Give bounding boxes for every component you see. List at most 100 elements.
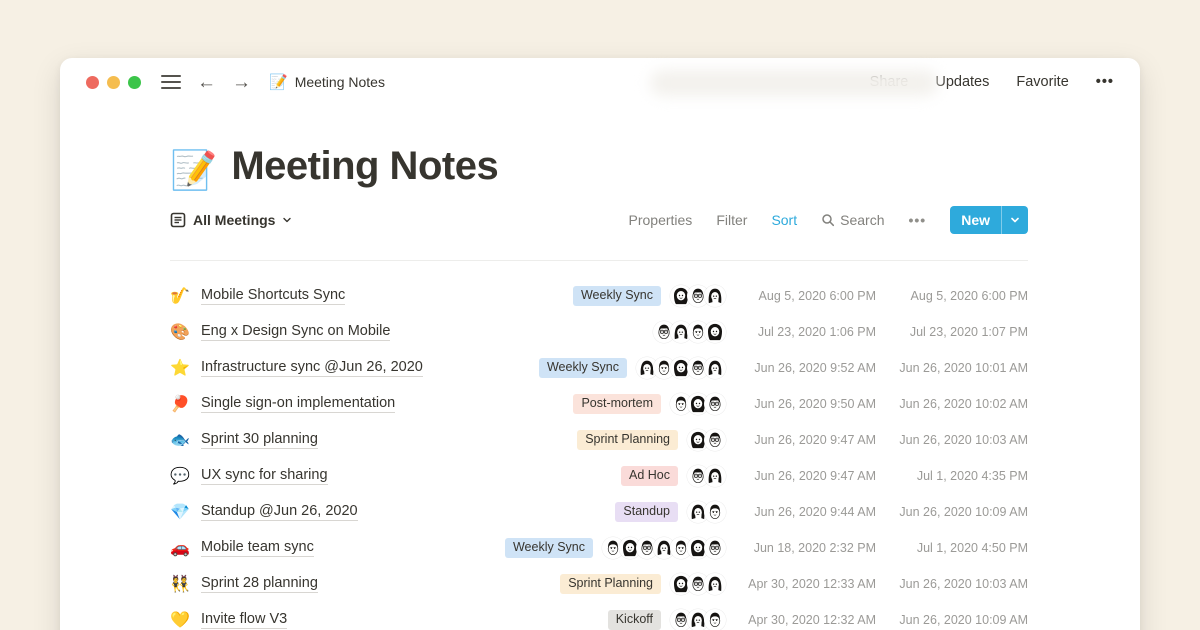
updated-date: Jun 26, 2020 10:03 AM <box>876 577 1028 591</box>
meeting-title-link[interactable]: Sprint 28 planning <box>201 575 318 593</box>
updated-date: Jul 23, 2020 1:07 PM <box>876 325 1028 339</box>
search-label: Search <box>840 212 884 228</box>
toolbar-actions: Properties Filter Sort Search ••• New <box>629 206 1029 234</box>
notion-window: ← → 📝 Meeting Notes Share Updates Favori… <box>60 58 1140 630</box>
properties-button[interactable]: Properties <box>629 212 693 228</box>
meeting-title-link[interactable]: Mobile team sync <box>201 539 314 557</box>
attendee-avatars <box>602 537 726 559</box>
doc-emoji-icon: 📝 <box>269 73 288 91</box>
row-emoji-icon: 💎 <box>170 502 201 522</box>
table-row[interactable]: 💎Standup @Jun 26, 2020StandupJun 26, 202… <box>170 494 1028 530</box>
page-header: 📝 Meeting Notes <box>170 142 1028 190</box>
avatar <box>704 501 726 523</box>
avatar <box>704 357 726 379</box>
created-date: Apr 30, 2020 12:33 AM <box>726 577 876 591</box>
table-row[interactable]: 🐟Sprint 30 planning Sprint Planning Jun 26… <box>170 422 1028 458</box>
filter-button[interactable]: Filter <box>716 212 747 228</box>
toolbar-more-icon[interactable]: ••• <box>908 212 926 228</box>
created-date: Jun 26, 2020 9:50 AM <box>726 397 876 411</box>
zoom-window-button[interactable] <box>128 76 141 89</box>
updates-button[interactable]: Updates <box>935 74 989 90</box>
search-button[interactable]: Search <box>821 212 884 228</box>
view-name: All Meetings <box>193 212 275 228</box>
meeting-type-tag: Ad Hoc <box>621 466 678 487</box>
view-switcher[interactable]: All Meetings <box>170 212 292 228</box>
meeting-type-tag: Kickoff <box>608 610 661 630</box>
window-controls <box>86 76 141 89</box>
avatar <box>704 609 726 630</box>
created-date: Jun 26, 2020 9:47 AM <box>726 469 876 483</box>
avatar <box>704 573 726 595</box>
created-date: Jun 26, 2020 9:44 AM <box>726 505 876 519</box>
avatar <box>704 321 726 343</box>
page-title[interactable]: Meeting Notes <box>231 142 498 190</box>
attendee-avatars <box>687 501 726 523</box>
minimize-window-button[interactable] <box>107 76 120 89</box>
meeting-title-link[interactable]: Invite flow V3 <box>201 611 287 629</box>
meeting-type-tag: Weekly Sync <box>573 286 661 307</box>
row-type-and-attendees: Sprint Planning <box>460 429 726 451</box>
new-button-label[interactable]: New <box>950 206 1001 234</box>
meeting-title-link[interactable]: Sprint 30 planning <box>201 431 318 449</box>
table-row[interactable]: ⭐Infrastructure sync @Jun 26, 2020Weekly… <box>170 350 1028 386</box>
created-date: Jun 26, 2020 9:52 AM <box>726 361 876 375</box>
meeting-type-tag: Sprint Planning <box>577 430 678 451</box>
avatar <box>704 465 726 487</box>
sidebar-toggle-icon[interactable] <box>161 75 181 89</box>
meeting-type-tag: Post-mortem <box>573 394 661 415</box>
table-row[interactable]: 🎷Mobile Shortcuts SyncWeekly SyncAug 5, … <box>170 278 1028 314</box>
meeting-title-link[interactable]: Mobile Shortcuts Sync <box>201 287 345 305</box>
row-emoji-icon: 💛 <box>170 610 201 630</box>
row-type-and-attendees: Post-mortem <box>460 393 726 415</box>
meeting-type-tag: Sprint Planning <box>560 574 661 595</box>
table-row[interactable]: 💛Invite flow V3KickoffApr 30, 2020 12:32… <box>170 602 1028 630</box>
attendee-avatars <box>636 357 726 379</box>
row-emoji-icon: ⭐ <box>170 358 201 378</box>
meeting-title-link[interactable]: Infrastructure sync @Jun 26, 2020 <box>201 359 423 377</box>
attendee-avatars <box>670 393 726 415</box>
table-row[interactable]: 🎨Eng x Design Sync on MobileJul 23, 2020… <box>170 314 1028 350</box>
forward-arrow-icon[interactable]: → <box>232 73 251 92</box>
more-options-icon[interactable]: ••• <box>1096 74 1114 90</box>
updated-date: Jun 26, 2020 10:09 AM <box>876 505 1028 519</box>
row-emoji-icon: 🐟 <box>170 430 201 450</box>
meeting-title-link[interactable]: UX sync for sharing <box>201 467 328 485</box>
table-row[interactable]: 🏓Single sign-on implementation Post-morte… <box>170 386 1028 422</box>
table-row[interactable]: 💬UX sync for sharingAd HocJun 26, 2020 9… <box>170 458 1028 494</box>
favorite-button[interactable]: Favorite <box>1016 74 1068 90</box>
breadcrumb[interactable]: 📝 Meeting Notes <box>269 73 385 91</box>
row-type-and-attendees: Standup <box>460 501 726 523</box>
attendee-avatars <box>687 429 726 451</box>
window-titlebar: ← → 📝 Meeting Notes Share Updates Favori… <box>60 58 1140 106</box>
created-date: Jun 26, 2020 9:47 AM <box>726 433 876 447</box>
sort-button[interactable]: Sort <box>771 212 797 228</box>
chevron-down-icon <box>1010 215 1020 225</box>
row-type-and-attendees: Sprint Planning <box>460 573 726 595</box>
table-row[interactable]: 🚗Mobile team syncWeekly SyncJun 18, 2020… <box>170 530 1028 566</box>
row-emoji-icon: 🏓 <box>170 394 201 414</box>
new-dropdown-button[interactable] <box>1002 206 1028 234</box>
blurred-area <box>650 70 938 96</box>
table-row[interactable]: 👯Sprint 28 planningSprint PlanningApr 30… <box>170 566 1028 602</box>
created-date: Aug 5, 2020 6:00 PM <box>726 289 876 303</box>
updated-date: Jul 1, 2020 4:35 PM <box>876 469 1028 483</box>
close-window-button[interactable] <box>86 76 99 89</box>
meeting-title-link[interactable]: Standup @Jun 26, 2020 <box>201 503 358 521</box>
meetings-table: 🎷Mobile Shortcuts SyncWeekly SyncAug 5, … <box>170 261 1028 630</box>
attendee-avatars <box>670 609 726 630</box>
updated-date: Jun 26, 2020 10:01 AM <box>876 361 1028 375</box>
attendee-avatars <box>653 321 726 343</box>
meeting-title-link[interactable]: Single sign-on implementation <box>201 395 395 413</box>
avatar <box>704 393 726 415</box>
updated-date: Jun 26, 2020 10:03 AM <box>876 433 1028 447</box>
avatar <box>704 429 726 451</box>
search-icon <box>821 213 835 227</box>
attendee-avatars <box>670 573 726 595</box>
new-button[interactable]: New <box>950 206 1028 234</box>
back-arrow-icon[interactable]: ← <box>197 73 216 92</box>
updated-date: Aug 5, 2020 6:00 PM <box>876 289 1028 303</box>
created-date: Jun 18, 2020 2:32 PM <box>726 541 876 555</box>
meeting-type-tag: Weekly Sync <box>505 538 593 559</box>
meeting-title-link[interactable]: Eng x Design Sync on Mobile <box>201 323 390 341</box>
page-emoji-icon[interactable]: 📝 <box>170 152 217 190</box>
